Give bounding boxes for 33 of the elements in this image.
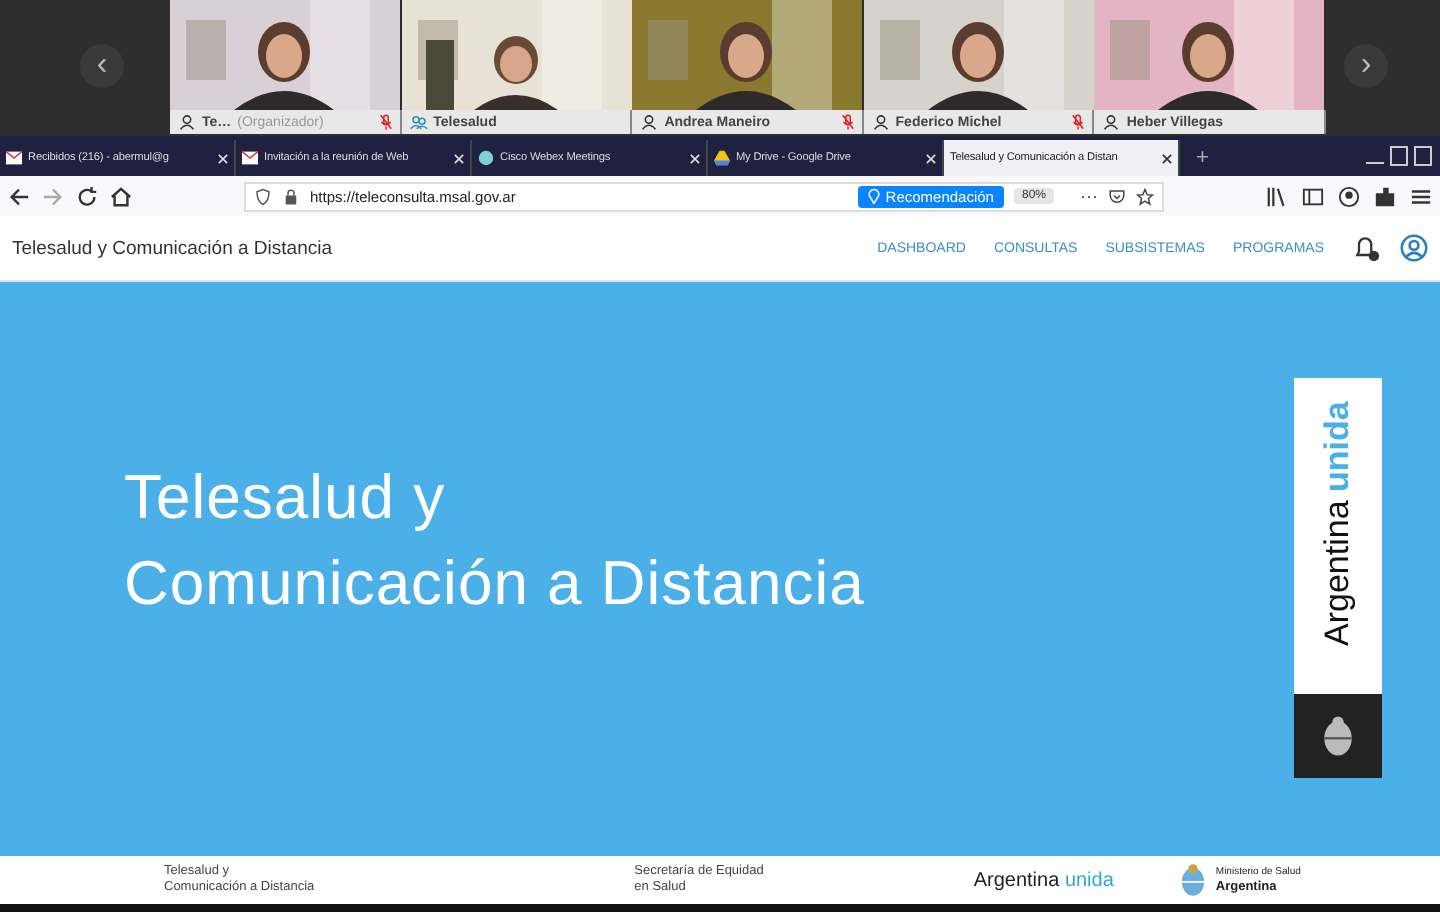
reload-icon[interactable] bbox=[76, 185, 98, 207]
people-icon bbox=[409, 114, 428, 130]
person-icon bbox=[1102, 114, 1121, 130]
crest-icon bbox=[1179, 862, 1206, 898]
restore-icon[interactable] bbox=[1390, 146, 1408, 166]
crest-icon bbox=[1322, 713, 1354, 757]
mail-icon bbox=[242, 150, 258, 166]
sidebar-icon[interactable] bbox=[1302, 185, 1324, 207]
site-title: Telesalud y Comunicación a Distancia bbox=[12, 237, 332, 259]
mail-icon bbox=[6, 150, 22, 166]
menu-icon[interactable] bbox=[1410, 185, 1432, 207]
star-icon[interactable] bbox=[1136, 187, 1154, 205]
banner-logo: Argentina unida bbox=[1294, 377, 1382, 693]
more-button[interactable]: ··· bbox=[1080, 186, 1098, 206]
back-icon[interactable] bbox=[8, 185, 30, 207]
previous-button[interactable]: ‹ bbox=[80, 44, 124, 88]
triangle-icon bbox=[714, 150, 730, 166]
home-icon[interactable] bbox=[110, 185, 132, 207]
user-icon[interactable] bbox=[1400, 234, 1428, 262]
person-icon bbox=[178, 114, 196, 130]
account-icon[interactable] bbox=[1338, 185, 1360, 207]
person-icon bbox=[871, 114, 890, 130]
pin-icon bbox=[867, 188, 880, 204]
hero-title: Telesalud y Comunicación a Distancia bbox=[124, 459, 865, 621]
library-icon[interactable] bbox=[1266, 185, 1288, 207]
person-icon bbox=[640, 114, 659, 130]
pocket-icon[interactable] bbox=[1108, 187, 1126, 205]
bell-icon[interactable] bbox=[1352, 234, 1380, 262]
lock-icon bbox=[282, 187, 300, 205]
next-button[interactable]: › bbox=[1344, 44, 1388, 88]
new-tab-button[interactable]: + bbox=[1196, 146, 1209, 170]
footer-logo: Argentina unida bbox=[973, 869, 1114, 891]
shield-icon bbox=[254, 187, 272, 205]
